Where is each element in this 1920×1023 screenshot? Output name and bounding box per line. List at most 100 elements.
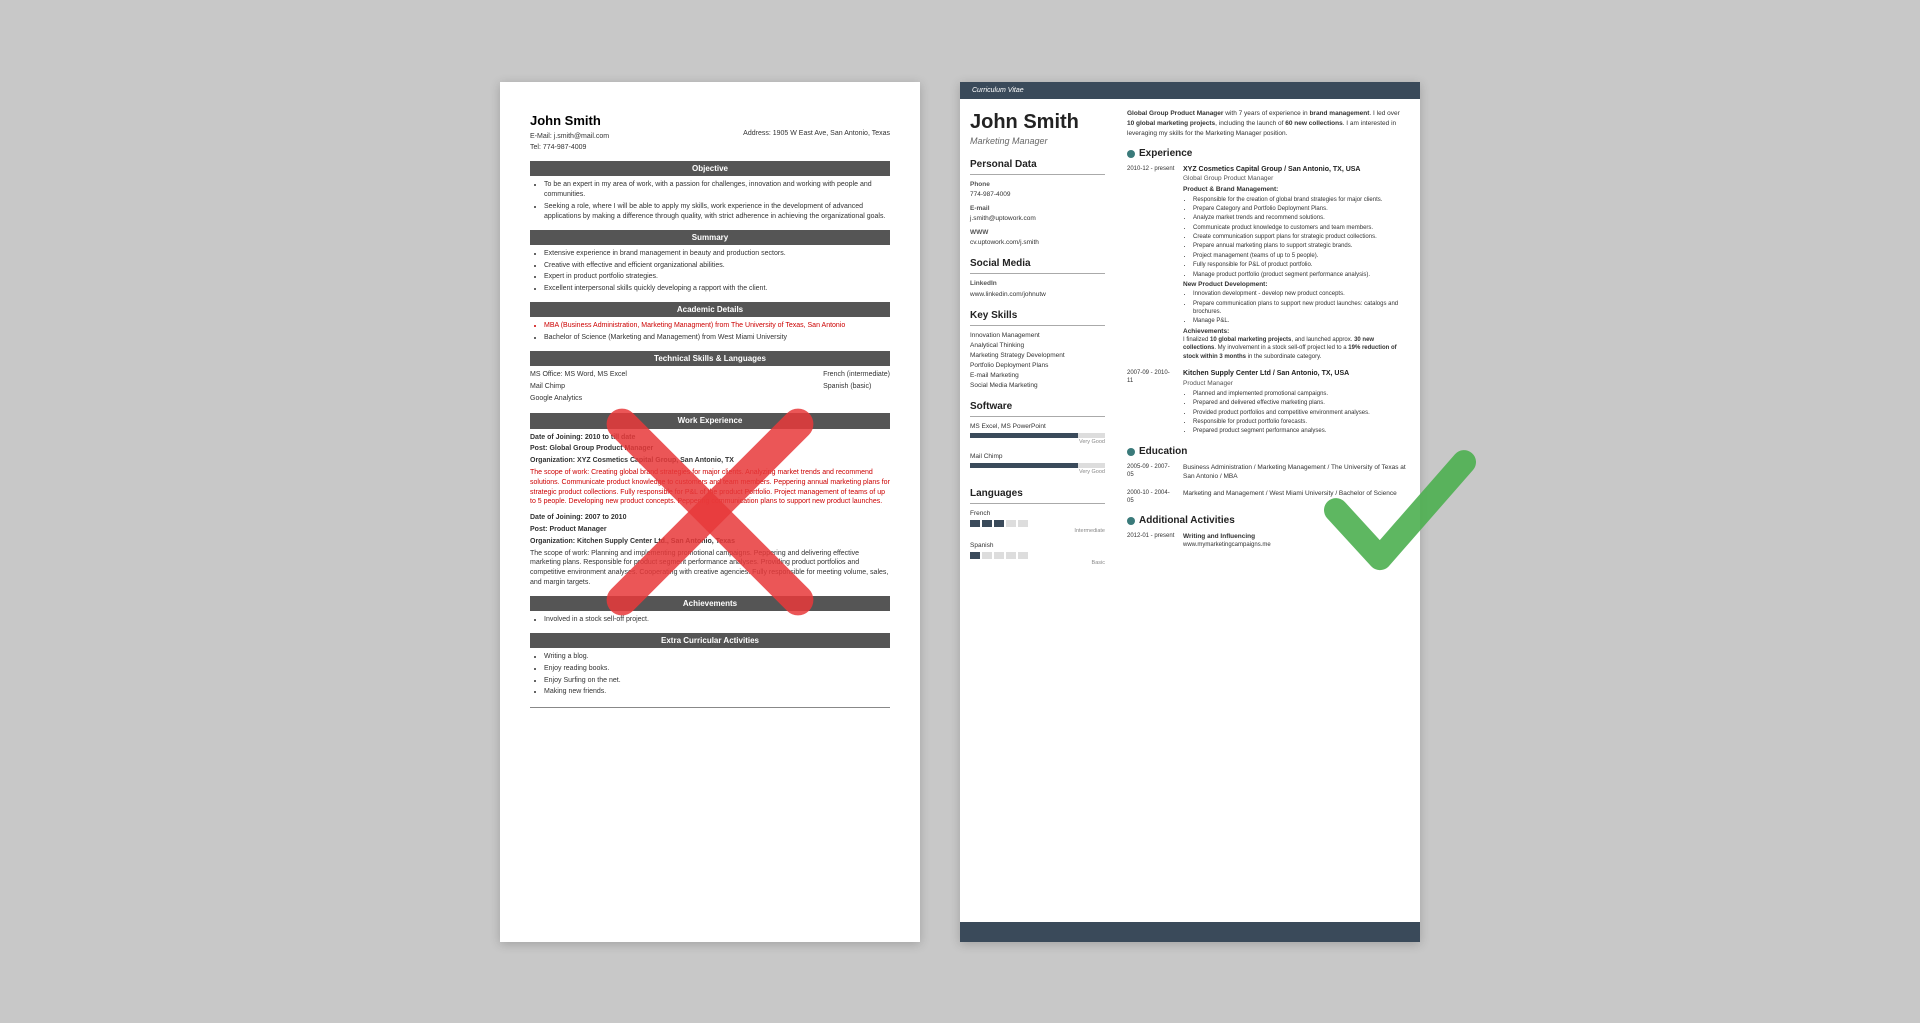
lang-name: French <box>970 509 1105 518</box>
experience-section-header: Experience <box>1127 147 1408 161</box>
skill-item: Portfolio Deployment Plans <box>970 361 1105 370</box>
achievements-title: Achievements: <box>1183 327 1408 336</box>
exp-detail: Kitchen Supply Center Ltd / San Antonio,… <box>1183 369 1408 437</box>
left-column: John Smith Marketing Manager Personal Da… <box>960 99 1115 921</box>
list-item: Manage P&L. <box>1193 317 1408 325</box>
key-skills-section: Key Skills Innovation Management Analyti… <box>970 309 1105 391</box>
list-item: Analyze market trends and recommend solu… <box>1193 214 1408 222</box>
exp-entry-2: 2007-09 - 2010-11 Kitchen Supply Center … <box>1127 369 1408 437</box>
work-scope: The scope of work: Creating global brand… <box>530 468 890 507</box>
social-media-section: Social Media LinkedIn www.linkedin.com/j… <box>970 257 1105 298</box>
exp-company: Kitchen Supply Center Ltd / San Antonio,… <box>1183 369 1408 379</box>
right-column: Global Group Product Manager with 7 year… <box>1115 99 1420 921</box>
list-item: To be an expert in my area of work, with… <box>544 180 890 200</box>
list-item: Enjoy reading books. <box>544 664 890 674</box>
right-resume: Curriculum Vitae John Smith Marketing Ma… <box>960 82 1420 942</box>
exp-bullets: Responsible for the creation of global b… <box>1183 196 1408 280</box>
additional-dates: 2012-01 - present <box>1127 532 1175 549</box>
software-name: MS Excel, MS PowerPoint <box>970 422 1105 431</box>
list-item: Excellent interpersonal skills quickly d… <box>544 284 890 294</box>
skill-item: Social Media Marketing <box>970 381 1105 390</box>
list-item: Extensive experience in brand management… <box>544 249 890 259</box>
list-item: Enjoy Surfing on the net. <box>544 676 890 686</box>
list-item: Involved in a stock sell-off project. <box>544 615 890 625</box>
left-achievements-header: Achievements <box>530 596 890 611</box>
lang-level: Intermediate <box>970 528 1105 536</box>
list-item: Writing a blog. <box>544 652 890 662</box>
list-item: Communicate product knowledge to custome… <box>1193 224 1408 232</box>
list-item: Prepare Category and Portfolio Deploymen… <box>1193 205 1408 213</box>
left-academic-list: MBA (Business Administration, Marketing … <box>530 321 890 343</box>
right-resume-name: John Smith <box>970 111 1105 133</box>
lang-block <box>970 520 980 527</box>
list-item: Fully responsible for P&L of product por… <box>1193 261 1408 269</box>
work-org: Organization: Kitchen Supply Center Ltd.… <box>530 537 890 547</box>
work-entry-2: Date of Joining: 2007 to 2010 Post: Prod… <box>530 513 890 588</box>
left-resume: John Smith E-Mail: j.smith@mail.com Tel:… <box>500 82 920 942</box>
lang-block <box>982 552 992 559</box>
skill-item: French (intermediate) <box>823 370 890 380</box>
work-post: Post: Product Manager <box>530 525 890 535</box>
left-resume-address: Address: 1905 W East Ave, San Antonio, T… <box>743 129 890 139</box>
list-item: Expert in product portfolio strategies. <box>544 272 890 282</box>
language-1: French Intermediate <box>970 509 1105 536</box>
skill-item: E-mail Marketing <box>970 371 1105 380</box>
edu-detail: Business Administration / Marketing Mana… <box>1183 463 1408 481</box>
left-achievements-list: Involved in a stock sell-off project. <box>530 615 890 625</box>
additional-entry-detail: www.mymarketingcampaigns.me <box>1183 541 1408 549</box>
left-technical-header: Technical Skills & Languages <box>530 351 890 366</box>
left-resume-tel: Tel: 774-987-4009 <box>530 143 890 153</box>
software-section: Software MS Excel, MS PowerPoint Very Go… <box>970 400 1105 477</box>
lang-bar <box>970 520 1105 527</box>
work-org: Organization: XYZ Cosmetics Capital Grou… <box>530 456 890 466</box>
left-skills-row: MS Office: MS Word, MS Excel Mail Chimp … <box>530 370 890 405</box>
skill-item: Innovation Management <box>970 331 1105 340</box>
list-item: Seeking a role, where I will be able to … <box>544 202 890 222</box>
exp-dates: 2007-09 - 2010-11 <box>1127 369 1175 437</box>
education-title: Education <box>1139 445 1187 459</box>
exp-company: XYZ Cosmetics Capital Group / San Antoni… <box>1183 165 1408 175</box>
list-item: Bachelor of Science (Marketing and Manag… <box>544 333 890 343</box>
left-summary-list: Extensive experience in brand management… <box>530 249 890 294</box>
www-label: WWW <box>970 228 1105 237</box>
lang-block <box>970 552 980 559</box>
software-name: Mail Chimp <box>970 452 1105 461</box>
work-entry-1: Date of Joining: 2010 to till date Post:… <box>530 433 890 508</box>
exp-bullets: Planned and implemented promotional camp… <box>1183 390 1408 436</box>
left-academic-header: Academic Details <box>530 302 890 317</box>
phone-label: Phone <box>970 180 1105 189</box>
software-title: Software <box>970 400 1105 417</box>
linkedin-value: www.linkedin.com/johnutw <box>970 290 1105 299</box>
lang-block <box>1018 552 1028 559</box>
lang-bar <box>970 552 1105 559</box>
achievements-text: I finalized 10 global marketing projects… <box>1183 336 1408 361</box>
skill-fill <box>970 463 1078 468</box>
personal-data-title: Personal Data <box>970 158 1105 175</box>
lang-block <box>1006 552 1016 559</box>
teal-dot-icon <box>1127 448 1135 456</box>
www-value: cv.uptowork.com/j.smith <box>970 238 1105 247</box>
edu-dates: 2005-09 - 2007-05 <box>1127 463 1175 481</box>
skill-item: Spanish (basic) <box>823 382 890 392</box>
email-label: E-mail <box>970 204 1105 213</box>
linkedin-label: LinkedIn <box>970 279 1105 288</box>
skill-fill <box>970 433 1078 438</box>
experience-title: Experience <box>1139 147 1192 161</box>
skill-item: Mail Chimp <box>530 382 627 392</box>
languages-title: Languages <box>970 487 1105 504</box>
skill-bar <box>970 463 1105 468</box>
sub-title: Product & Brand Management: <box>1183 185 1408 194</box>
exp-bullets: Innovation development - develop new pro… <box>1183 290 1408 326</box>
exp-role: Global Group Product Manager <box>1183 174 1408 183</box>
skill-item: Analytical Thinking <box>970 341 1105 350</box>
list-item: Project management (teams of up to 5 peo… <box>1193 252 1408 260</box>
list-item: Provided product portfolios and competit… <box>1193 409 1408 417</box>
list-item: Create communication support plans for s… <box>1193 233 1408 241</box>
list-item: Manage product portfolio (product segmen… <box>1193 271 1408 279</box>
lang-block <box>1006 520 1016 527</box>
skill-item: Marketing Strategy Development <box>970 351 1105 360</box>
left-extra-list: Writing a blog. Enjoy reading books. Enj… <box>530 652 890 697</box>
left-objective-list: To be an expert in my area of work, with… <box>530 180 890 221</box>
list-item: Prepare communication plans to support n… <box>1193 300 1408 317</box>
cv-label: Curriculum Vitae <box>960 82 1420 100</box>
